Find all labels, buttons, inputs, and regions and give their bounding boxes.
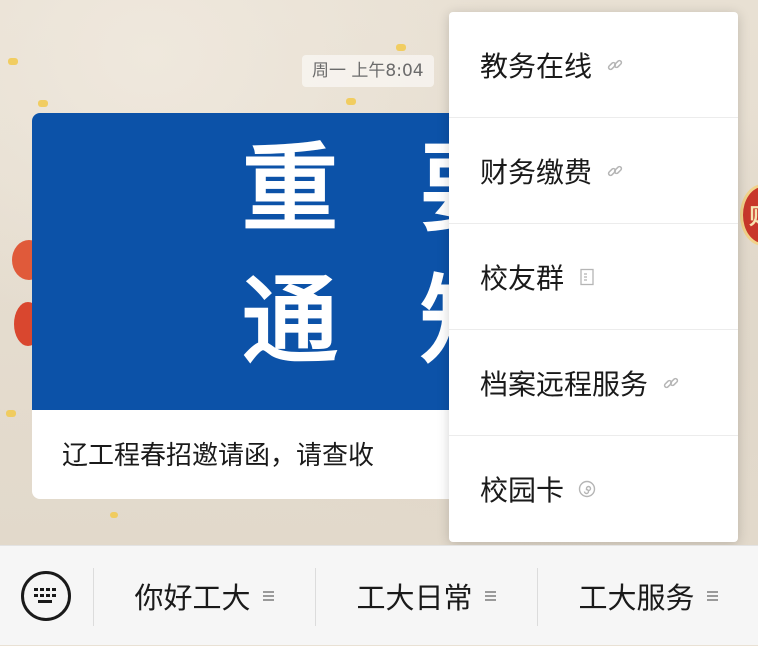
menu-item-label: 教务在线 [480,49,593,83]
menu-item-archive-remote-service[interactable]: 档案远程服务 [449,330,738,436]
link-icon [662,374,680,392]
menu-item-finance-payment[interactable]: 财务缴费 [449,118,738,224]
cover-char: 重 [242,132,338,245]
wallpaper-decoration [38,100,48,107]
message-timestamp: 周一 上午8:04 [302,55,434,87]
link-icon [606,162,624,180]
menu-item-label: 档案远程服务 [480,367,649,401]
menu-tab-label: 工大日常 [356,581,473,615]
menu-item-alumni-group[interactable]: 校友群 [449,224,738,330]
link-icon [606,56,624,74]
menu-item-label: 校友群 [480,261,565,295]
keyboard-toggle-button[interactable] [21,571,71,621]
wallpaper-decoration [6,410,16,417]
menu-item-label: 财务缴费 [480,155,593,189]
wallpaper-decoration [396,44,406,51]
red-envelope-badge[interactable]: 则 [740,184,758,246]
document-icon [578,268,596,286]
official-account-menu-bar: 你好工大 工大日常 工大服务 [0,545,758,645]
menu-tab-label: 工大服务 [578,581,695,615]
wallpaper-decoration [8,58,18,65]
submenu-indicator-icon [484,589,496,603]
wallpaper-decoration [346,98,356,105]
cover-char: 通 [242,264,338,377]
badge-char: 则 [749,199,758,231]
submenu-indicator-icon [706,589,718,603]
menu-tab-hello-gongda[interactable]: 你好工大 [94,546,314,646]
menu-item-campus-card[interactable]: 校园卡 [449,436,738,542]
article-cover-image: 重 要 通 知 [32,113,492,410]
article-card[interactable]: 重 要 通 知 辽工程春招邀请函，请查收 [32,113,492,499]
keyboard-icon [34,588,56,603]
mini-program-icon [578,480,596,498]
menu-tab-gongda-services[interactable]: 工大服务 [538,546,758,646]
service-submenu: 教务在线 财务缴费 校友群 档案远程服务 校园卡 [449,12,738,542]
menu-tab-label: 你好工大 [134,581,251,615]
menu-tab-gongda-daily[interactable]: 工大日常 [316,546,536,646]
article-title: 辽工程春招邀请函，请查收 [62,441,375,471]
menu-item-label: 校园卡 [480,474,565,507]
wallpaper-decoration [110,512,118,518]
submenu-indicator-icon [262,589,274,603]
menu-item-academic-online[interactable]: 教务在线 [449,12,738,118]
